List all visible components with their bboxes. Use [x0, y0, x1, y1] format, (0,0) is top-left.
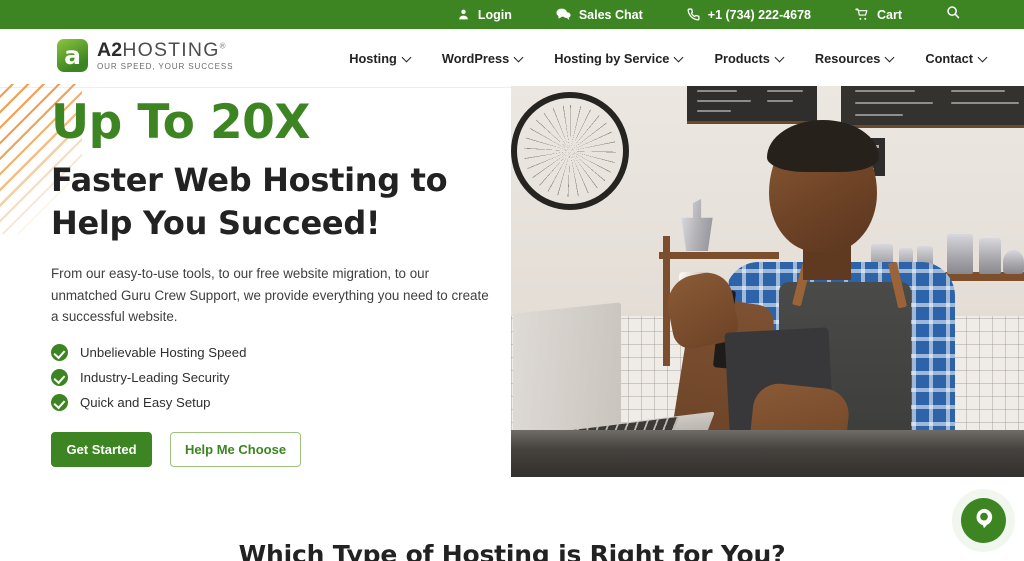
search-button[interactable]: [946, 5, 960, 24]
check-circle-icon: [51, 343, 68, 361]
topbar-item-phone[interactable]: +1 (734) 222-4678: [687, 8, 811, 22]
chevron-down-icon: [515, 54, 524, 63]
chevron-down-icon: [403, 54, 412, 63]
chat-widget-button[interactable]: [961, 498, 1006, 543]
chevron-down-icon: [675, 54, 684, 63]
hero-image-kettle: [1003, 250, 1024, 274]
logo-registered-mark: ®: [219, 41, 226, 51]
feature-label: Quick and Easy Setup: [80, 394, 211, 410]
chevron-down-icon: [886, 54, 895, 63]
main-navigation: Hosting WordPress Hosting by Service Pro…: [319, 29, 988, 88]
hero-title-line-2: Help You Succeed!: [51, 203, 381, 242]
hero-image-counter: [511, 430, 1024, 477]
top-utility-bar: Login Sales Chat +1 (734) 222-4678 Cart: [0, 0, 1024, 29]
chat-bubble-icon: [973, 507, 995, 534]
hero-section: Up To 20X Faster Web Hosting to Help You…: [0, 84, 1024, 513]
chat-bubbles-icon: [556, 8, 571, 21]
logo-tagline: OUR SPEED, YOUR SUCCESS: [97, 62, 234, 72]
hero-copy: Up To 20X Faster Web Hosting to Help You…: [51, 98, 496, 467]
hero-buttons: Get Started Help Me Choose: [51, 431, 496, 467]
hero-image-chalkboard-left: [687, 86, 817, 124]
nav-item-label: Hosting: [349, 51, 397, 66]
list-item: Unbelievable Hosting Speed: [51, 343, 496, 361]
list-item: Quick and Easy Setup: [51, 393, 496, 411]
shopping-cart-icon: [855, 8, 869, 21]
check-circle-icon: [51, 368, 68, 386]
phone-icon: [687, 8, 700, 21]
logo-text: A2HOSTING® OUR SPEED, YOUR SUCCESS: [97, 40, 234, 72]
nav-item-hosting[interactable]: Hosting: [349, 51, 412, 66]
nav-item-label: Contact: [925, 51, 973, 66]
user-icon: [457, 8, 470, 21]
get-started-button[interactable]: Get Started: [51, 431, 152, 467]
logo-wordmark: A2HOSTING®: [97, 40, 233, 60]
nav-item-label: Resources: [814, 51, 881, 66]
site-header: A2HOSTING® OUR SPEED, YOUR SUCCESS Hosti…: [0, 29, 1024, 88]
nav-item-label: WordPress: [441, 51, 510, 66]
nav-item-label: Products: [714, 51, 770, 66]
page-root: Login Sales Chat +1 (734) 222-4678 Cart …: [0, 0, 1024, 561]
hero-image-chalkboard-right: [841, 86, 1024, 128]
topbar-phone-label: +1 (734) 222-4678: [707, 7, 811, 22]
hero-eyebrow: Up To 20X: [51, 95, 310, 150]
topbar-item-cart[interactable]: Cart: [855, 8, 902, 22]
nav-item-products[interactable]: Products: [714, 51, 784, 66]
nav-item-label: Hosting by Service: [554, 51, 670, 66]
hero-title: Faster Web Hosting to Help You Succeed!: [51, 159, 496, 243]
topbar-sales-chat-label: Sales Chat: [578, 7, 643, 22]
topbar-item-sales-chat[interactable]: Sales Chat: [556, 8, 643, 22]
hero-image: [511, 86, 1024, 477]
feature-label: Unbelievable Hosting Speed: [80, 344, 247, 360]
help-me-choose-button[interactable]: Help Me Choose: [170, 431, 301, 467]
section-heading: Which Type of Hosting is Right for You?: [238, 540, 786, 561]
topbar-item-login[interactable]: Login: [457, 8, 512, 22]
logo-a2-text: A2: [97, 38, 123, 61]
hero-description: From our easy-to-use tools, to our free …: [51, 265, 489, 325]
hero-image-wood-shelf: [659, 252, 779, 259]
feature-label: Industry-Leading Security: [80, 369, 230, 385]
hero-feature-list: Unbelievable Hosting Speed Industry-Lead…: [51, 343, 496, 411]
hero-image-metal-pot: [947, 234, 973, 274]
hero-title-line-1: Faster Web Hosting to: [51, 161, 448, 200]
list-item: Industry-Leading Security: [51, 368, 496, 386]
hero-image-metal-pot: [979, 238, 1001, 274]
check-circle-icon: [51, 393, 68, 411]
nav-item-hosting-by-service[interactable]: Hosting by Service: [554, 51, 684, 66]
topbar-login-label: Login: [477, 7, 512, 22]
nav-item-wordpress[interactable]: WordPress: [442, 51, 524, 66]
logo-hosting-text: HOSTING: [122, 38, 220, 61]
nav-item-contact[interactable]: Contact: [925, 51, 988, 66]
topbar-cart-label: Cart: [876, 7, 902, 22]
site-logo[interactable]: A2HOSTING® OUR SPEED, YOUR SUCCESS: [57, 39, 233, 72]
chevron-down-icon: [776, 54, 785, 63]
hero-image-bicycle-wheel: [511, 92, 629, 210]
next-section: Which Type of Hosting is Right for You?: [0, 513, 1024, 561]
a2-logo-mark-icon: [57, 39, 88, 72]
nav-item-resources[interactable]: Resources: [815, 51, 895, 66]
chevron-down-icon: [979, 54, 988, 63]
search-icon: [946, 5, 960, 24]
